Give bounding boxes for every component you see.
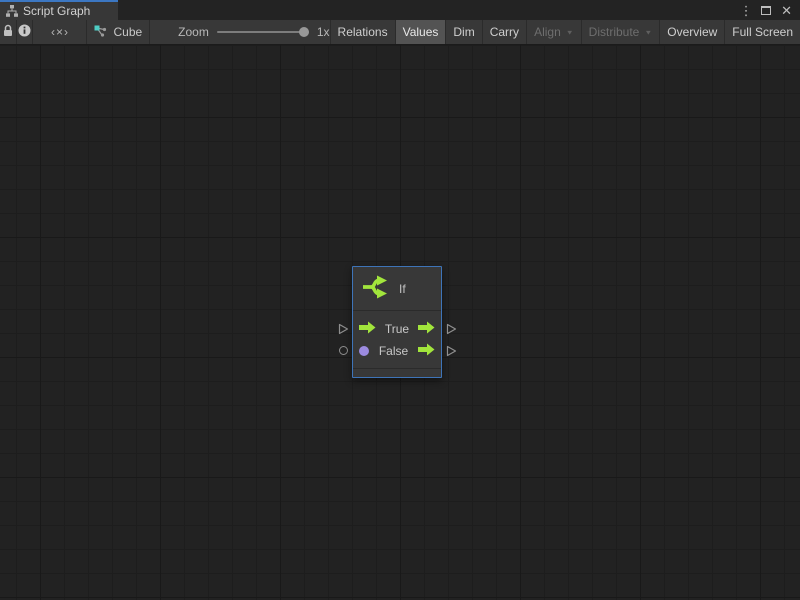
tab-bar: Script Graph ⋮ ✕ <box>0 0 800 20</box>
script-graph-window: Script Graph ⋮ ✕ <box>0 0 800 600</box>
menu-kebab-icon[interactable]: ⋮ <box>741 4 751 17</box>
graph-owner-button[interactable]: Cube <box>87 20 150 44</box>
graph-hierarchy-icon <box>6 5 18 17</box>
distribute-dropdown[interactable]: Distribute ▼ <box>581 20 660 44</box>
if-node-header[interactable]: If <box>353 267 441 311</box>
zoom-label: Zoom <box>178 25 209 39</box>
branch-icon <box>361 273 391 304</box>
if-node[interactable]: If True <box>352 266 442 378</box>
condition-input-port-icon[interactable] <box>359 346 369 356</box>
inspect-button[interactable] <box>17 20 34 44</box>
align-dropdown[interactable]: Align ▼ <box>526 20 581 44</box>
zoom-slider-track <box>217 31 309 33</box>
chevron-down-icon: ▼ <box>644 28 652 35</box>
fullscreen-button[interactable]: Full Screen <box>724 20 800 44</box>
lock-button[interactable] <box>0 20 17 44</box>
if-node-group: If True <box>338 266 458 379</box>
zoom-slider-handle[interactable] <box>299 27 309 37</box>
condition-input-connection-port[interactable] <box>339 346 348 355</box>
graph-pointer-icon <box>94 25 107 40</box>
tab-script-graph[interactable]: Script Graph <box>0 0 118 20</box>
align-label: Align <box>534 25 561 39</box>
zoom-value: 1x <box>317 25 330 39</box>
close-icon[interactable]: ✕ <box>781 4 792 17</box>
zoom-control: Zoom 1x <box>178 20 329 44</box>
carry-button[interactable]: Carry <box>482 20 526 44</box>
flow-input-connection-port[interactable] <box>338 323 349 335</box>
node-title: If <box>399 282 406 296</box>
maximize-icon[interactable] <box>761 6 771 15</box>
false-output-connection-port[interactable] <box>446 345 457 357</box>
false-output-port-icon[interactable] <box>418 343 435 359</box>
dim-button[interactable]: Dim <box>445 20 481 44</box>
true-output-connection-port[interactable] <box>446 323 457 335</box>
true-output-port-icon[interactable] <box>418 321 435 337</box>
toolbar-toggles: Relations Values Dim Carry Align ▼ Distr… <box>330 20 800 44</box>
graph-canvas[interactable]: If True <box>0 45 800 600</box>
zoom-slider[interactable] <box>217 26 309 38</box>
port-label-false: False <box>369 344 418 358</box>
info-icon <box>18 24 31 40</box>
false-port-row: False <box>353 340 441 362</box>
node-footer <box>353 368 441 377</box>
true-port-row: True <box>353 318 441 340</box>
graph-owner-label: Cube <box>113 25 142 39</box>
values-button[interactable]: Values <box>395 20 446 44</box>
relations-button[interactable]: Relations <box>330 20 395 44</box>
port-label-true: True <box>376 322 418 336</box>
node-ports: True False <box>353 311 441 368</box>
distribute-label: Distribute <box>589 25 640 39</box>
lock-icon <box>2 24 14 40</box>
toolbar: ‹×› Cube Zoom 1x Relations Val <box>0 20 800 45</box>
window-controls: ⋮ ✕ <box>741 0 800 20</box>
chevron-down-icon: ▼ <box>566 28 574 35</box>
code-icon: ‹×› <box>51 25 69 39</box>
overview-button[interactable]: Overview <box>659 20 724 44</box>
flow-input-port-icon[interactable] <box>359 321 376 337</box>
tab-title: Script Graph <box>23 4 90 18</box>
value-connections-button[interactable]: ‹×› <box>33 20 87 44</box>
